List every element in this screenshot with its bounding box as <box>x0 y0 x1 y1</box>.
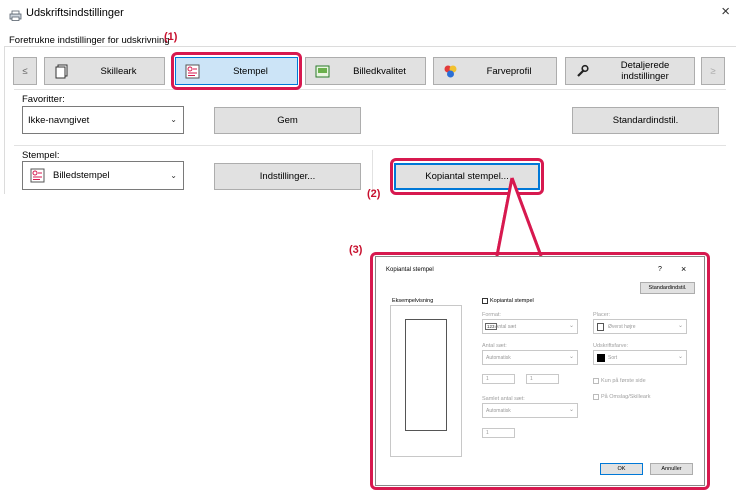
total-sets-input[interactable]: 1 <box>482 428 515 438</box>
first-page-only-label: Kun på første side <box>601 378 646 384</box>
on-cover-label: På Omslag/Skilleark <box>601 394 651 400</box>
chevron-down-icon: ⌄ <box>568 407 574 413</box>
format-value: Antal sæt <box>495 323 517 330</box>
sets-value: Automatisk <box>486 354 511 361</box>
print-color-select[interactable]: Sort ⌄ <box>593 350 687 365</box>
cancel-button[interactable]: Annuller <box>650 463 693 475</box>
position-value: Øverst højre <box>608 323 636 330</box>
from-input[interactable]: 1 <box>482 374 515 384</box>
sets-select[interactable]: Automatisk ⌄ <box>482 350 578 365</box>
position-label: Placer: <box>593 312 611 318</box>
on-cover-checkbox[interactable] <box>593 394 599 400</box>
chevron-down-icon: ⌄ <box>568 354 574 360</box>
dialog-default-button[interactable]: Standardindstil. <box>640 282 695 294</box>
chevron-down-icon: ⌄ <box>677 323 683 329</box>
counter-icon: 123 <box>485 323 497 330</box>
print-color-value: Sort <box>608 354 618 361</box>
position-select[interactable]: Øverst højre ⌄ <box>593 319 687 334</box>
preview-page <box>405 319 447 431</box>
preview-pane <box>390 305 462 457</box>
from-value: 1 <box>486 376 489 382</box>
to-input[interactable]: 1 <box>526 374 559 384</box>
total-sets-num: 1 <box>486 430 489 436</box>
preview-label: Eksempelvisning <box>392 298 434 304</box>
copy-stamp-dialog: Kopiantal stempel ? × Standardindstil. E… <box>375 256 705 486</box>
enable-copy-stamp-checkbox[interactable] <box>482 298 488 304</box>
first-page-only-checkbox[interactable] <box>593 378 599 384</box>
total-sets-label: Samlet antal sæt: <box>482 396 525 402</box>
help-icon[interactable]: ? <box>658 266 662 273</box>
chevron-down-icon: ⌄ <box>677 354 683 360</box>
color-swatch-icon <box>597 354 605 362</box>
dialog-close-icon[interactable]: × <box>681 264 686 274</box>
dialog-title: Kopiantal stempel <box>386 267 434 273</box>
enable-copy-stamp-label: Kopiantal stempel <box>490 298 534 304</box>
to-value: 1 <box>530 376 533 382</box>
total-sets-select[interactable]: Automatisk ⌄ <box>482 403 578 418</box>
chevron-down-icon: ⌄ <box>568 323 574 329</box>
print-color-label: Udskriftsfarve: <box>593 343 629 349</box>
format-label: Format: <box>482 312 501 318</box>
position-icon <box>597 323 604 331</box>
format-select[interactable]: 123 Antal sæt ⌄ <box>482 319 578 334</box>
sets-label: Antal sæt: <box>482 343 507 349</box>
total-sets-value: Automatisk <box>486 407 511 414</box>
ok-button[interactable]: OK <box>600 463 643 475</box>
